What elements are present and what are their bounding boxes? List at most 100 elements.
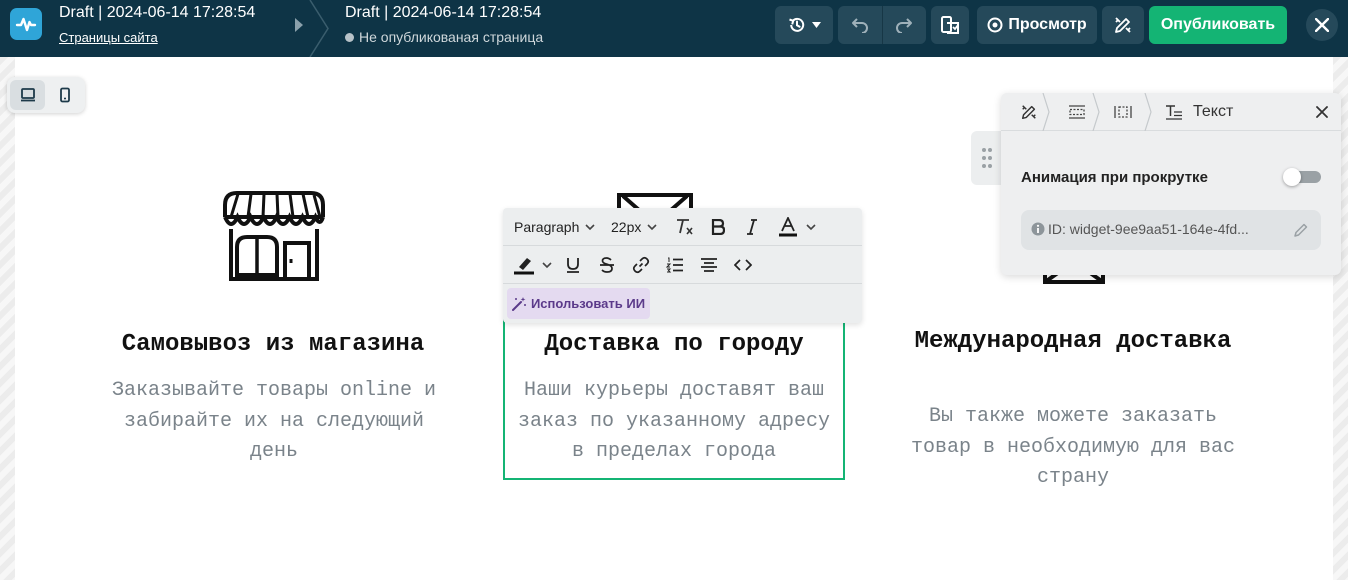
desktop-icon bbox=[20, 88, 35, 102]
ordered-list-icon bbox=[666, 257, 683, 273]
widget-settings-panel: Текст Анимация при прокрутке ID: widget-… bbox=[1001, 93, 1341, 275]
redo-button[interactable] bbox=[882, 6, 926, 44]
preview-button[interactable]: Просмотр bbox=[977, 6, 1097, 44]
bold-icon bbox=[711, 219, 725, 235]
mobile-icon bbox=[59, 87, 70, 103]
feature-description[interactable]: Заказывайте товары online и забирайте их… bbox=[104, 376, 444, 468]
page-status: Не опубликованая страница bbox=[345, 29, 543, 45]
publish-button[interactable]: Опубликовать bbox=[1149, 6, 1287, 44]
undo-redo-group bbox=[838, 6, 926, 44]
strikethrough-icon bbox=[600, 257, 614, 273]
pencil-ruler-icon bbox=[1021, 105, 1036, 120]
draft-info: Draft | 2024-06-14 17:28:54 Не опубликов… bbox=[345, 3, 543, 45]
breadcrumb-chevron bbox=[1042, 93, 1050, 131]
text-color-button[interactable] bbox=[776, 215, 800, 239]
align-center-icon bbox=[701, 258, 717, 272]
text-format-toolbar: Paragraph 22px Использовать ИИ bbox=[503, 208, 862, 323]
canvas-margin-left bbox=[0, 57, 15, 580]
code-icon bbox=[734, 259, 752, 271]
code-button[interactable] bbox=[732, 254, 754, 276]
feature-description[interactable]: Вы также можете заказать товар в необход… bbox=[903, 402, 1243, 494]
settings-title: Текст bbox=[1193, 103, 1234, 120]
breadcrumb-chevron bbox=[1092, 93, 1100, 131]
text-color-dropdown[interactable] bbox=[805, 221, 817, 233]
undo-button[interactable] bbox=[838, 6, 882, 44]
ordered-list-button[interactable] bbox=[664, 254, 686, 276]
editor-topbar: Draft | 2024-06-14 17:28:54 Страницы сай… bbox=[0, 0, 1348, 57]
italic-button[interactable] bbox=[741, 216, 763, 238]
bold-button[interactable] bbox=[707, 216, 729, 238]
underline-button[interactable] bbox=[562, 254, 584, 276]
font-size-select[interactable]: 22px bbox=[611, 217, 657, 237]
status-dot-icon bbox=[345, 32, 354, 42]
status-text: Не опубликованая страница bbox=[359, 29, 544, 45]
block-type-value: Paragraph bbox=[514, 219, 580, 235]
section-icon bbox=[1069, 105, 1085, 119]
draft-title: Draft | 2024-06-14 17:28:54 bbox=[345, 4, 542, 21]
info-icon bbox=[1031, 222, 1045, 236]
device-switcher bbox=[7, 77, 85, 113]
clear-format-button[interactable] bbox=[674, 216, 696, 238]
desktop-view-button[interactable] bbox=[10, 80, 45, 110]
feature-title[interactable]: Международная доставка bbox=[900, 325, 1246, 358]
history-button[interactable] bbox=[775, 6, 833, 44]
edit-pencil-icon[interactable] bbox=[1293, 222, 1309, 238]
link-button[interactable] bbox=[630, 254, 652, 276]
widget-id-text: ID: widget-9ee9aa51-164e-4fd... bbox=[1048, 221, 1249, 237]
highlighter-icon bbox=[514, 258, 534, 275]
chevron-down-icon bbox=[585, 223, 595, 230]
font-size-value: 22px bbox=[611, 219, 642, 235]
settings-breadcrumb: Текст bbox=[1001, 93, 1341, 131]
column-icon bbox=[1114, 106, 1132, 118]
eye-icon bbox=[987, 17, 1003, 33]
use-ai-label: Использовать ИИ bbox=[530, 296, 646, 311]
breadcrumb-expand-icon[interactable] bbox=[292, 17, 306, 33]
underline-icon bbox=[567, 258, 579, 273]
breadcrumb-column[interactable] bbox=[1105, 93, 1141, 131]
preview-label: Просмотр bbox=[1008, 16, 1087, 33]
history-icon bbox=[788, 17, 804, 32]
use-ai-button[interactable]: Использовать ИИ bbox=[507, 288, 650, 319]
widget-id-field: ID: widget-9ee9aa51-164e-4fd... bbox=[1021, 210, 1321, 250]
strikethrough-button[interactable] bbox=[596, 254, 618, 276]
text-color-icon bbox=[779, 217, 797, 237]
page-title: Draft | 2024-06-14 17:28:54 bbox=[59, 4, 256, 21]
caret-down-icon bbox=[811, 22, 821, 28]
close-icon bbox=[1316, 106, 1328, 118]
magic-wand-icon bbox=[511, 297, 526, 311]
scroll-animation-label: Анимация при прокрутке bbox=[1021, 169, 1208, 186]
chevron-down-icon bbox=[542, 261, 552, 268]
close-icon bbox=[1315, 18, 1329, 32]
breadcrumb-chevron bbox=[1144, 93, 1152, 131]
selected-text-widget[interactable] bbox=[503, 318, 845, 480]
breadcrumb-text[interactable] bbox=[1161, 93, 1187, 131]
store-icon bbox=[223, 191, 325, 281]
mobile-view-button[interactable] bbox=[47, 80, 82, 110]
close-editor-button[interactable] bbox=[1306, 9, 1338, 41]
site-pages-link[interactable]: Страницы сайта bbox=[59, 30, 158, 45]
redo-icon bbox=[896, 18, 913, 33]
feature-title[interactable]: Самовывоз из магазина bbox=[90, 328, 456, 361]
panel-drag-handle[interactable] bbox=[971, 131, 1003, 185]
align-center-button[interactable] bbox=[698, 254, 720, 276]
breadcrumb-divider bbox=[309, 0, 329, 57]
share-button[interactable] bbox=[931, 6, 969, 44]
devices-icon bbox=[941, 16, 959, 34]
text-widget-icon bbox=[1166, 105, 1182, 120]
toggle-knob bbox=[1283, 168, 1301, 186]
highlight-button[interactable] bbox=[512, 254, 536, 276]
design-tools-button[interactable] bbox=[1102, 6, 1144, 44]
clear-format-icon bbox=[677, 219, 693, 235]
chevron-down-icon bbox=[806, 223, 816, 230]
italic-icon bbox=[747, 219, 757, 235]
drag-dots-icon bbox=[982, 148, 992, 168]
app-logo[interactable] bbox=[10, 8, 42, 40]
link-icon bbox=[632, 256, 650, 274]
current-page-info: Draft | 2024-06-14 17:28:54 Страницы сай… bbox=[59, 3, 255, 47]
chevron-down-icon bbox=[647, 223, 657, 230]
highlight-dropdown[interactable] bbox=[541, 259, 553, 271]
close-settings-button[interactable] bbox=[1313, 103, 1331, 121]
block-type-select[interactable]: Paragraph bbox=[514, 217, 595, 237]
scroll-animation-toggle[interactable] bbox=[1283, 168, 1321, 186]
toolbar-row-2 bbox=[503, 246, 862, 284]
